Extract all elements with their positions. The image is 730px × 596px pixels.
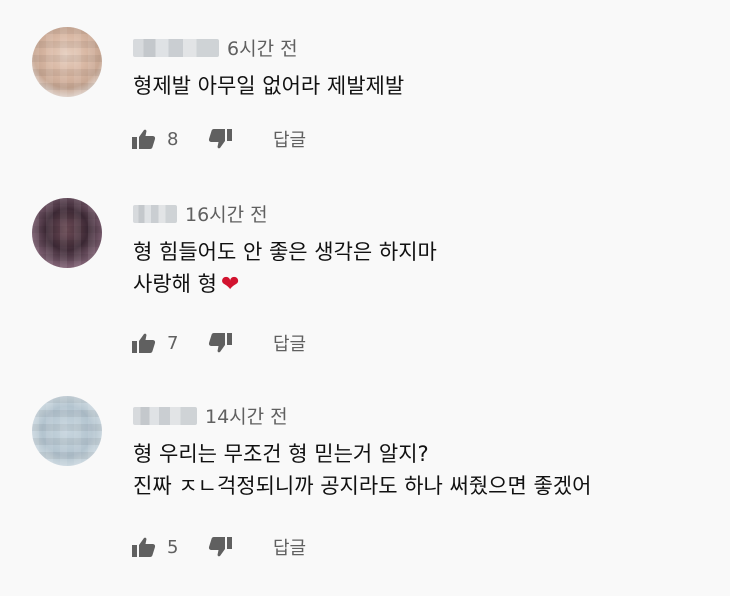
thumbs-up-icon[interactable] (131, 536, 157, 558)
comment-actions: 8 답글 (131, 126, 306, 152)
like-count: 7 (167, 332, 179, 354)
timestamp: 14시간 전 (205, 406, 288, 428)
thumbs-up-icon[interactable] (131, 128, 157, 150)
avatar[interactable] (32, 396, 102, 466)
author-name-blurred[interactable] (133, 38, 219, 57)
timestamp: 16시간 전 (185, 204, 268, 226)
comment-line: 진짜 ㅈㄴ걱정되니까 공지라도 하나 써줬으면 좋겠어 (133, 474, 592, 498)
avatar[interactable] (32, 27, 102, 97)
comment-line: 형 힘들어도 안 좋은 생각은 하지마 (133, 240, 437, 264)
heart-emoji: ❤ (220, 272, 240, 297)
comment-text: 형 힘들어도 안 좋은 생각은 하지마 사랑해 형 ❤ (133, 236, 437, 301)
timestamp: 6시간 전 (227, 38, 298, 60)
comment-actions: 7 답글 (131, 330, 306, 356)
author-name-blurred[interactable] (133, 406, 197, 425)
comment-header: 16시간 전 (133, 200, 268, 227)
reply-button[interactable]: 답글 (273, 126, 306, 152)
avatar[interactable] (32, 198, 102, 268)
thumbs-up-icon[interactable] (131, 332, 157, 354)
comment-actions: 5 답글 (131, 534, 306, 560)
comment-text: 형제발 아무일 없어라 제발제발 (133, 70, 404, 102)
like-count: 8 (167, 128, 179, 150)
thumbs-down-icon[interactable] (207, 128, 233, 150)
comment-header: 6시간 전 (133, 34, 298, 61)
comment-line: 형 우리는 무조건 형 믿는거 알지? (133, 442, 429, 466)
author-name-blurred[interactable] (133, 204, 177, 223)
comment-line: 사랑해 형 (133, 272, 217, 296)
thumbs-down-icon[interactable] (207, 536, 233, 558)
comment-line: 형제발 아무일 없어라 제발제발 (133, 74, 405, 98)
like-count: 5 (167, 536, 179, 558)
reply-button[interactable]: 답글 (273, 330, 306, 356)
comment-header: 14시간 전 (133, 402, 288, 429)
thumbs-down-icon[interactable] (207, 332, 233, 354)
reply-button[interactable]: 답글 (273, 534, 306, 560)
comment-text: 형 우리는 무조건 형 믿는거 알지? 진짜 ㅈㄴ걱정되니까 공지라도 하나 써… (133, 438, 591, 502)
